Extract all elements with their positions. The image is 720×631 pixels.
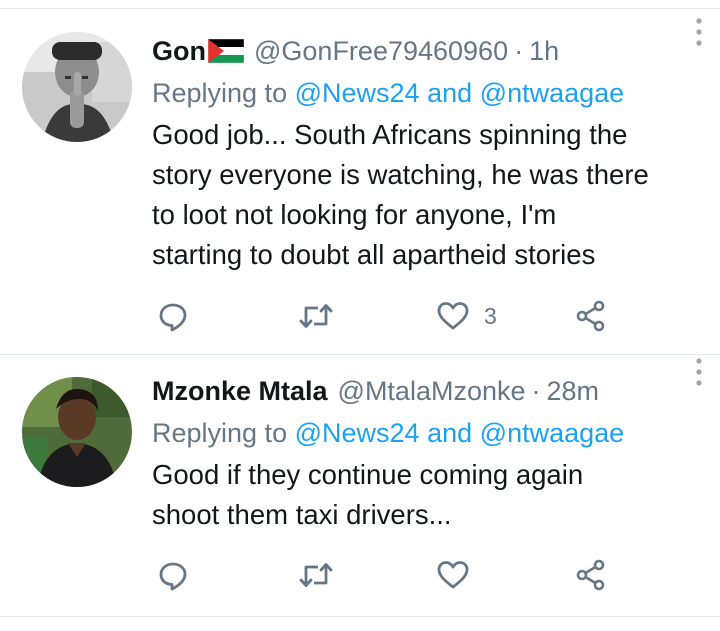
user-handle[interactable]: @MtalaMzonke [338,376,526,407]
retweet-button[interactable] [298,555,334,595]
display-name[interactable]: Mzonke Mtala [152,376,328,407]
more-vertical-icon[interactable] [694,17,704,47]
tweet-content: Gon @GonFree79460960 · 1h Replying to @N… [152,31,700,275]
mention-link[interactable]: @ntwaagae [480,418,625,448]
reply-button[interactable] [157,555,189,595]
mention-link[interactable]: @ntwaagae [480,78,625,108]
timestamp[interactable]: 28m [547,376,600,407]
tweet-text: Good job... South Africans spinning the … [152,119,649,270]
tweet[interactable]: Gon @GonFree79460960 · 1h Replying to @N… [0,9,720,355]
reply-button[interactable] [157,296,189,336]
tweet[interactable]: Mzonke Mtala @MtalaMzonke · 28m Replying… [0,355,720,617]
display-name[interactable]: Gon [152,36,206,67]
avatar[interactable] [22,377,132,487]
user-handle[interactable]: @GonFree79460960 [254,36,508,67]
separator-dot: · [531,375,541,406]
heart-icon [437,561,469,589]
top-divider [0,0,720,9]
share-icon [576,300,605,332]
retweet-icon [299,304,333,328]
tweet-header: Gon @GonFree79460960 · 1h [152,31,700,71]
tweet-text: Good if they continue coming again shoot… [152,459,584,530]
replying-conjunction: and [427,418,473,448]
retweet-button[interactable] [298,296,334,336]
reply-icon [159,303,187,332]
tweet-content: Mzonke Mtala @MtalaMzonke · 28m Replying… [152,371,700,535]
like-button[interactable] [436,555,484,595]
replying-prefix: Replying to [152,418,288,448]
share-button[interactable] [575,296,607,336]
action-bar [152,555,632,595]
retweet-icon [299,563,333,587]
avatar[interactable] [22,32,132,142]
reply-icon [159,562,187,591]
replying-to: Replying to @News24 and @ntwaagae [152,411,700,455]
mention-link[interactable]: @News24 [295,418,420,448]
replying-conjunction: and [427,78,473,108]
like-button[interactable]: 3 [436,296,497,336]
heart-icon [437,302,469,330]
action-bar: 3 [152,296,632,336]
palestine-flag-icon [207,38,245,64]
separator-dot: · [514,35,524,66]
share-icon [576,559,605,591]
more-vertical-icon[interactable] [694,357,704,387]
share-button[interactable] [575,555,607,595]
timestamp[interactable]: 1h [529,36,559,67]
tweet-header: Mzonke Mtala @MtalaMzonke · 28m [152,371,700,411]
replying-prefix: Replying to [152,78,288,108]
mention-link[interactable]: @News24 [295,78,420,108]
replying-to: Replying to @News24 and @ntwaagae [152,71,700,115]
like-count: 3 [484,302,497,329]
